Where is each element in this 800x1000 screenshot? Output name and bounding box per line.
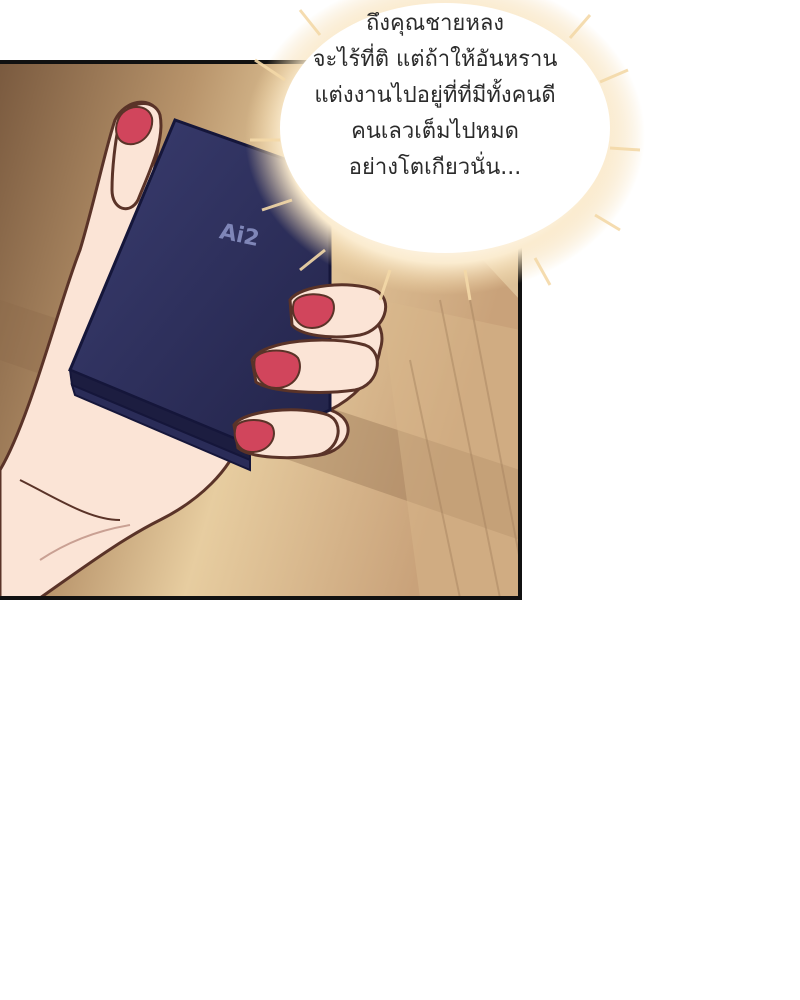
speech-line: ถึงคุณชายหลง [365,11,505,36]
speech-line: อย่างโตเกียวนั่น... [348,155,522,180]
speech-line: คนเลวเต็มไปหมด [351,119,519,144]
speech-line: แต่งงานไปอยู่ที่ที่มีทั้งคนดี [314,83,556,108]
speech-line: จะไร้ที่ติ แต่ถ้าให้อันหราน [312,47,558,72]
comic-page: Ai2 ถึงคุณชายหลง จะไร้ที่ติ แต่ถ้าให้อัน… [0,0,800,1000]
comic-panel: Ai2 ถึงคุณชายหลง จะไร้ที่ติ แต่ถ้าให้อัน… [0,0,800,620]
speech-text: ถึงคุณชายหลง จะไร้ที่ติ แต่ถ้าให้อันหราน… [270,6,600,186]
